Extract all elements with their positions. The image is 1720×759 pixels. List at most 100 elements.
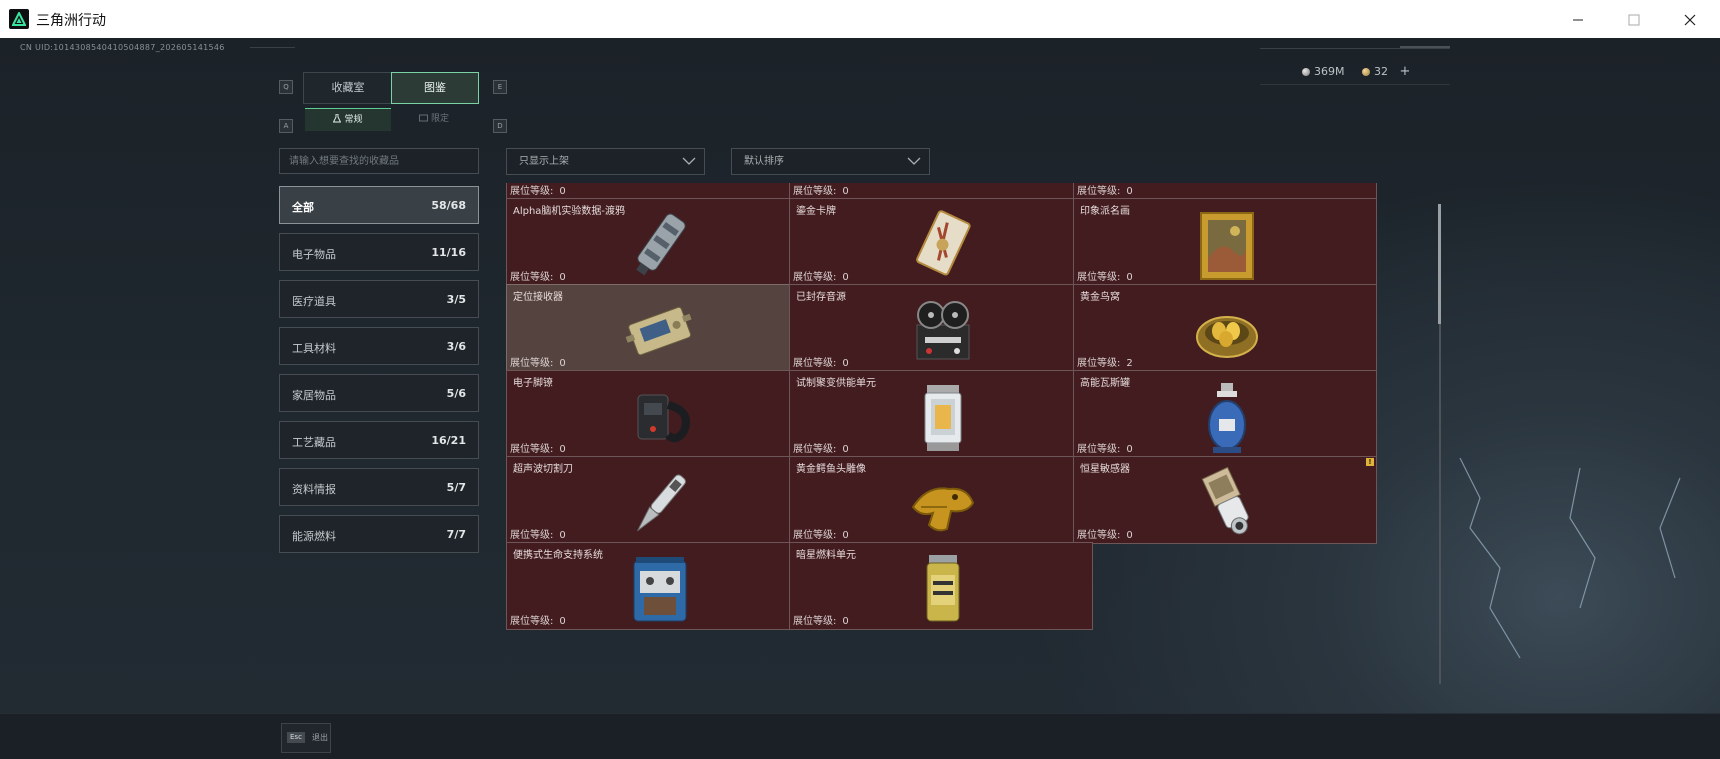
category-label: 资料情报 xyxy=(292,483,336,496)
subtab-limited-label: 限定 xyxy=(430,114,449,124)
category-label: 工艺藏品 xyxy=(292,436,336,449)
level-label: 展位等级: xyxy=(793,358,837,369)
collection-item-card[interactable]: 暗星燃料单元展位等级: 0 xyxy=(789,542,1093,630)
sensor-item-image xyxy=(1191,466,1263,541)
category-item[interactable]: 医疗道具 3/5 xyxy=(279,280,479,318)
search-input[interactable] xyxy=(280,149,478,174)
tab-collection-room[interactable]: 收藏室 xyxy=(303,72,393,104)
user-uid: CN UID:1014308540410504887_202605141546 xyxy=(20,43,225,52)
collection-item-card[interactable]: Alpha脑机实验数据-渡鸦!展位等级:0 xyxy=(506,198,810,286)
key-hint-q: Q xyxy=(279,80,293,94)
knife-item-image xyxy=(624,467,696,541)
category-count: 7/7 xyxy=(446,528,466,541)
new-badge: ! xyxy=(1366,458,1374,466)
collection-item-card[interactable]: 鎏金卡牌 展位等级: 0 xyxy=(789,198,1093,286)
item-level: 展位等级: 0 xyxy=(1077,526,1133,541)
header-divider xyxy=(1260,48,1450,49)
level-label: 展位等级: xyxy=(1077,358,1121,369)
subtab-limited[interactable]: 限定 xyxy=(391,108,477,130)
item-name: 恒星敏感器 xyxy=(1080,464,1130,475)
level-value: 0 xyxy=(842,186,849,197)
level-value: 0 xyxy=(559,358,566,369)
category-label: 能源燃料 xyxy=(292,530,336,543)
maximize-button[interactable] xyxy=(1606,0,1662,38)
collection-item-card[interactable]: 便携式生命支持系统 展位等级: 0 xyxy=(506,542,810,630)
item-level: 展位等级: 0 xyxy=(793,526,849,541)
collection-item-card[interactable]: 高能瓦斯罐 展位等级: 0 xyxy=(1073,370,1377,458)
collection-item-card[interactable]: 已封存音源展位等级: 0 xyxy=(789,284,1093,372)
sort-dropdown[interactable]: 默认排序 xyxy=(731,148,930,175)
exit-label: 退出 xyxy=(312,733,328,742)
item-level: 展位等级: 0 xyxy=(793,440,849,455)
category-item[interactable]: 家居物品 5/6 xyxy=(279,374,479,412)
category-count: 5/6 xyxy=(446,387,466,400)
item-name: 已封存音源 xyxy=(796,292,846,303)
subtab-regular-label: 常规 xyxy=(344,115,363,125)
level-value: 2 xyxy=(1126,358,1133,369)
sort-value: 默认排序 xyxy=(744,156,784,167)
game-viewport: CN UID:1014308540410504887_202605141546 … xyxy=(0,38,1720,759)
category-count: 3/5 xyxy=(446,293,466,306)
tab-catalog[interactable]: 图鉴 xyxy=(391,72,479,104)
item-name: 高能瓦斯罐 xyxy=(1080,378,1130,389)
item-level: 展位等级: 0 xyxy=(510,268,566,283)
level-label: 展位等级: xyxy=(510,530,554,541)
currency-divider xyxy=(1260,84,1450,85)
level-label: 展位等级: xyxy=(510,616,554,627)
category-item[interactable]: 工艺藏品 16/21 xyxy=(279,421,479,459)
receiver-item-image xyxy=(624,295,696,369)
close-icon xyxy=(1684,14,1696,25)
collection-item-card[interactable]: 印象派名画 展位等级: 0 xyxy=(1073,198,1377,286)
minimize-button[interactable] xyxy=(1550,0,1606,38)
collection-item-card[interactable]: 黄金鸟窝 展位等级: 2 xyxy=(1073,284,1377,372)
item-level: 展位等级: 0 xyxy=(793,612,849,627)
collection-item-card[interactable]: 超声波切割刀 展位等级: 0 xyxy=(506,456,810,544)
category-item[interactable]: 能源燃料 7/7 xyxy=(279,515,479,553)
collection-item-card[interactable]: 恒星敏感器! 展位等级: 0 xyxy=(1073,456,1377,544)
subtab-regular[interactable]: 常规 xyxy=(305,108,391,131)
category-item[interactable]: 资料情报 5/7 xyxy=(279,468,479,506)
category-item[interactable]: 全部 58/68 xyxy=(279,186,479,224)
level-label: 展位等级: xyxy=(1077,444,1121,455)
level-label: 展位等级: xyxy=(510,358,554,369)
category-count: 58/68 xyxy=(431,199,466,212)
currency-display: 369M 32 + xyxy=(1302,64,1410,79)
level-value: 0 xyxy=(559,186,566,197)
level-label: 展位等级: xyxy=(793,186,837,197)
level-label: 展位等级: xyxy=(793,616,837,627)
gold-coin-amount: 32 xyxy=(1374,65,1388,78)
collection-grid: 展位等级:0展位等级:0展位等级:0Alpha脑机实验数据-渡鸦!展位等级:0鎏… xyxy=(506,183,1434,729)
item-name: 鎏金卡牌 xyxy=(796,206,836,217)
category-label: 电子物品 xyxy=(292,248,336,261)
key-hint-e: E xyxy=(493,80,507,94)
item-level: 展位等级: 0 xyxy=(510,354,566,369)
item-name: 定位接收器 xyxy=(513,292,563,303)
item-name: 黄金鳄鱼头雕像 xyxy=(796,464,866,475)
level-value: 0 xyxy=(842,530,849,541)
level-label: 展位等级: xyxy=(510,272,554,283)
collection-item-card[interactable]: 电子脚镣 展位等级: 0 xyxy=(506,370,810,458)
category-item[interactable]: 电子物品 11/16 xyxy=(279,233,479,271)
collection-item-card[interactable]: 试制聚变供能单元 展位等级: 0 xyxy=(789,370,1093,458)
collection-item-card[interactable]: 黄金鳄鱼头雕像 展位等级: 0 xyxy=(789,456,1093,544)
exit-button[interactable]: Esc 退出 xyxy=(281,723,331,753)
category-item[interactable]: 工具材料 3/6 xyxy=(279,327,479,365)
category-count: 16/21 xyxy=(431,434,466,447)
item-name: 暗星燃料单元 xyxy=(796,550,856,561)
add-currency-button[interactable]: + xyxy=(1400,64,1411,79)
level-label: 展位等级: xyxy=(510,444,554,455)
collection-item-card[interactable]: 定位接收器展位等级: 0 xyxy=(506,284,810,372)
level-value: 0 xyxy=(559,272,566,283)
level-value: 0 xyxy=(559,530,566,541)
item-level: 展位等级: 0 xyxy=(793,354,849,369)
chevron-down-icon xyxy=(682,157,696,165)
window-title: 三角洲行动 xyxy=(36,13,106,29)
item-level: 展位等级: 0 xyxy=(510,612,566,627)
close-button[interactable] xyxy=(1662,0,1718,38)
item-name: 印象派名画 xyxy=(1080,206,1130,217)
level-label: 展位等级: xyxy=(793,530,837,541)
display-filter-dropdown[interactable]: 只显示上架 xyxy=(506,148,705,175)
item-level: 展位等级: 0 xyxy=(793,183,849,197)
scrollbar-thumb[interactable] xyxy=(1438,204,1441,324)
search-box xyxy=(279,148,479,174)
